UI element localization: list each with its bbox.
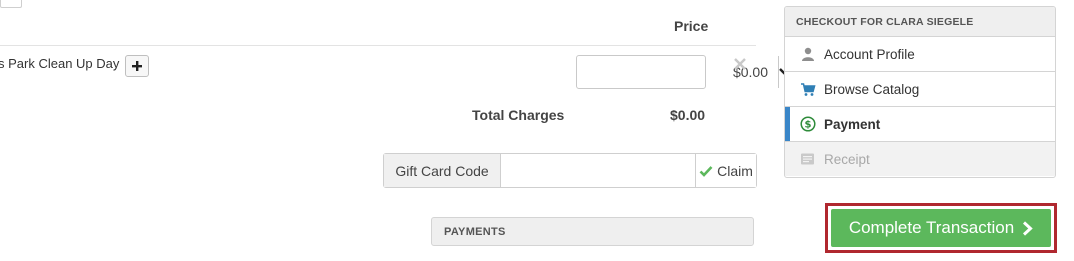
chevron-right-icon bbox=[1023, 220, 1033, 236]
step-payment[interactable]: $ Payment bbox=[785, 107, 1055, 142]
gift-card-group: Gift Card Code Claim bbox=[383, 153, 757, 188]
cart-icon bbox=[800, 81, 816, 97]
step-browse-catalog[interactable]: Browse Catalog bbox=[785, 72, 1055, 107]
plus-icon bbox=[132, 61, 142, 71]
cart-item-name: s Park Clean Up Day bbox=[0, 56, 120, 71]
dollar-circle-icon: $ bbox=[800, 116, 816, 132]
checkout-title: CHECKOUT FOR CLARA SIEGELE bbox=[785, 7, 1055, 37]
gift-card-label: Gift Card Code bbox=[384, 154, 501, 187]
complete-transaction-highlight: Complete Transaction bbox=[825, 203, 1057, 253]
total-charges-value: $0.00 bbox=[670, 107, 706, 123]
step-account-profile[interactable]: Account Profile bbox=[785, 37, 1055, 72]
claim-button[interactable]: Claim bbox=[695, 154, 756, 187]
gift-card-input[interactable] bbox=[501, 154, 695, 187]
step-label: Account Profile bbox=[824, 46, 915, 62]
receipt-icon bbox=[800, 151, 816, 167]
remove-item-icon[interactable] bbox=[733, 57, 747, 71]
total-charges-label: Total Charges bbox=[472, 107, 565, 123]
price-column-header: Price bbox=[674, 18, 709, 34]
complete-transaction-label: Complete Transaction bbox=[848, 218, 1015, 237]
complete-transaction-button[interactable]: Complete Transaction bbox=[831, 209, 1051, 247]
checkout-panel: CHECKOUT FOR CLARA SIEGELE Account Profi… bbox=[784, 6, 1056, 178]
step-receipt: Receipt bbox=[785, 142, 1055, 176]
partial-input-box bbox=[0, 0, 22, 8]
svg-text:$: $ bbox=[805, 120, 812, 131]
price-input-group bbox=[576, 55, 791, 89]
step-label: Payment bbox=[824, 116, 881, 132]
expand-item-button[interactable] bbox=[125, 55, 149, 77]
user-icon bbox=[800, 46, 816, 62]
step-label: Receipt bbox=[824, 151, 870, 167]
step-label: Browse Catalog bbox=[824, 81, 920, 97]
check-icon bbox=[699, 165, 713, 177]
row-divider bbox=[0, 45, 756, 46]
claim-button-label: Claim bbox=[717, 162, 753, 179]
payments-header: PAYMENTS bbox=[431, 217, 754, 246]
item-price-input[interactable] bbox=[577, 56, 778, 88]
